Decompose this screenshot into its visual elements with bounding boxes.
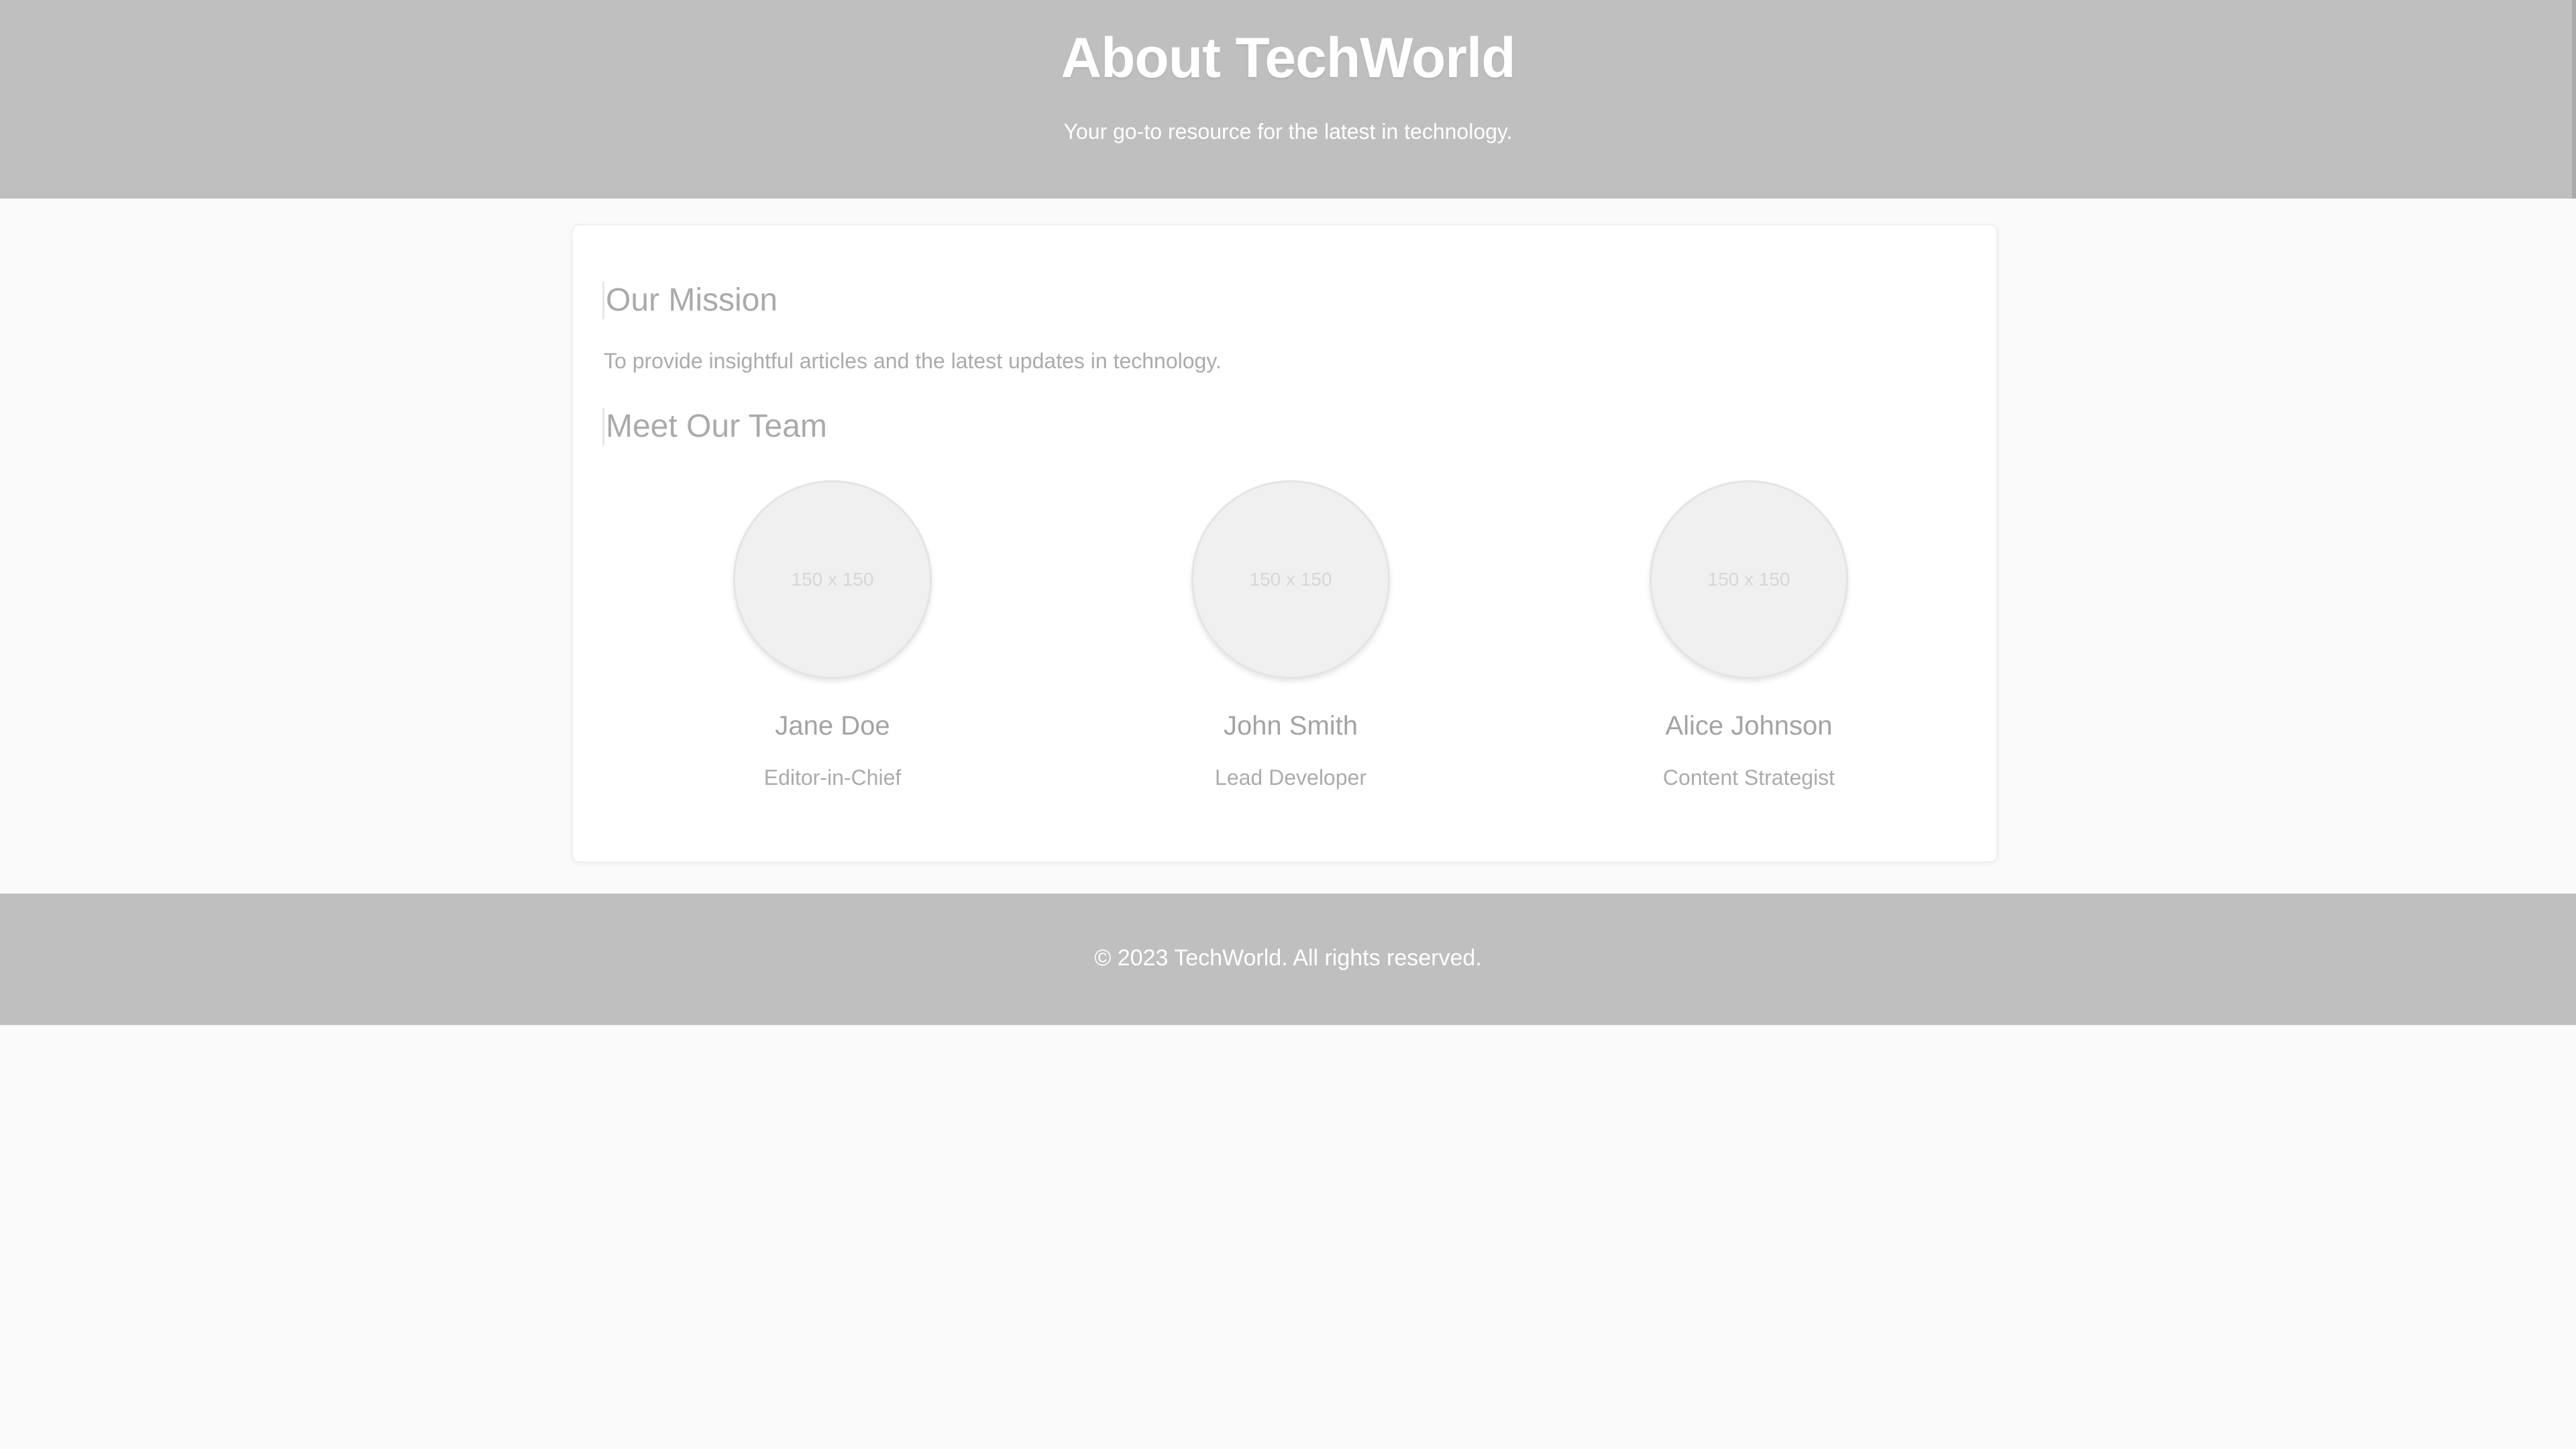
team-heading: Meet Our Team: [602, 408, 827, 445]
member-role: Content Strategist: [1662, 765, 1835, 790]
member-name: Jane Doe: [775, 711, 890, 741]
avatar: 150 x 150: [1650, 480, 1848, 679]
team-member-card: 150 x 150 Alice Johnson Content Strategi…: [1608, 480, 1890, 790]
member-name: Alice Johnson: [1665, 711, 1833, 741]
avatar-placeholder-text: 150 x 150: [791, 569, 874, 590]
avatar-placeholder-text: 150 x 150: [1249, 569, 1332, 590]
site-header: About TechWorld Your go-to resource for …: [0, 0, 2576, 199]
mission-text: To provide insightful articles and the l…: [604, 349, 1222, 373]
member-role: Editor-in-Chief: [763, 765, 902, 790]
site-footer: © 2023 TechWorld. All rights reserved.: [0, 894, 2576, 1025]
copyright-text: © 2023 TechWorld. All rights reserved.: [1094, 945, 1482, 971]
team-member-card: 150 x 150 Jane Doe Editor-in-Chief: [692, 480, 973, 790]
mission-heading: Our Mission: [602, 282, 777, 319]
avatar: 150 x 150: [1191, 480, 1390, 679]
member-role: Lead Developer: [1215, 765, 1366, 790]
team-member-card: 150 x 150 John Smith Lead Developer: [1150, 480, 1432, 790]
content-card: Our Mission To provide insightful articl…: [572, 224, 1998, 863]
page-title: About TechWorld: [1061, 26, 1515, 89]
avatar-placeholder-text: 150 x 150: [1707, 569, 1790, 590]
scrollbar[interactable]: [2572, 0, 2576, 199]
member-name: John Smith: [1223, 711, 1358, 741]
page-tagline: Your go-to resource for the latest in te…: [1063, 119, 1513, 144]
avatar: 150 x 150: [733, 480, 932, 679]
